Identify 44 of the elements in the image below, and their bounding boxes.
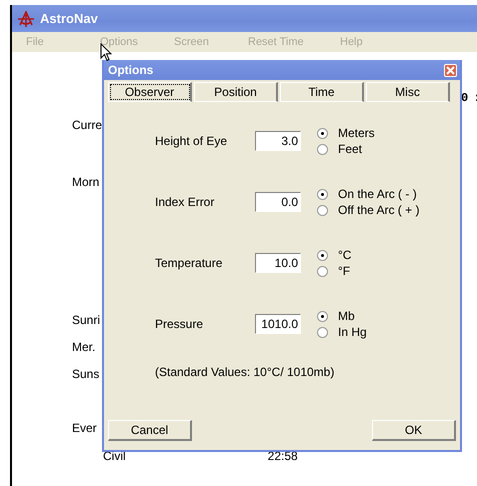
row-label: Curre bbox=[72, 118, 102, 132]
radio-button[interactable] bbox=[317, 326, 328, 338]
radio-label: Meters bbox=[338, 126, 375, 140]
radio-label: On the Arc ( - ) bbox=[338, 187, 417, 201]
tab[interactable]: Time bbox=[280, 82, 364, 102]
row-label: Mer. bbox=[72, 340, 96, 354]
radio-button[interactable] bbox=[317, 310, 328, 322]
radio-label: °F bbox=[338, 264, 350, 278]
tab[interactable]: Misc bbox=[366, 82, 450, 102]
input-field[interactable]: 0.0 bbox=[255, 192, 301, 212]
close-button[interactable] bbox=[444, 64, 457, 76]
row-label: Ever bbox=[72, 421, 97, 435]
ok-button[interactable]: OK bbox=[372, 420, 456, 441]
time-value: 22:58 bbox=[268, 449, 298, 463]
note-text: (Standard Values: 10°C/ 1010mb) bbox=[155, 365, 336, 379]
radio-label: Off the Arc ( + ) bbox=[338, 203, 420, 217]
radio-button[interactable] bbox=[317, 144, 328, 154]
setting-label: Index Error bbox=[155, 195, 216, 209]
row-label: Suns bbox=[72, 367, 100, 381]
clock-text: 0 : bbox=[461, 91, 477, 105]
tab[interactable]: Observer bbox=[108, 82, 192, 102]
radio-label: Mb bbox=[338, 309, 355, 323]
dialog-title: Options bbox=[108, 63, 154, 77]
radio-label: In Hg bbox=[338, 325, 367, 339]
row-label: Morn bbox=[72, 175, 100, 189]
input-field[interactable]: 10.0 bbox=[255, 253, 301, 273]
row-label: Sunri bbox=[72, 313, 100, 327]
radio-button[interactable] bbox=[317, 250, 328, 260]
input-field[interactable]: 3.0 bbox=[255, 131, 301, 151]
window-title: AstroNav bbox=[40, 11, 98, 26]
app-logo-icon bbox=[16, 10, 36, 28]
radio-button[interactable] bbox=[317, 128, 328, 138]
setting-label: Pressure bbox=[155, 317, 204, 331]
radio-label: Feet bbox=[338, 142, 362, 156]
radio-button[interactable] bbox=[317, 204, 328, 216]
row-label: Civil bbox=[103, 449, 126, 463]
cancel-button[interactable]: Cancel bbox=[108, 420, 192, 441]
setting-label: Temperature bbox=[155, 256, 224, 270]
radio-button[interactable] bbox=[317, 266, 328, 276]
setting-label: Height of Eye bbox=[155, 134, 228, 148]
radio-label: °C bbox=[338, 248, 352, 262]
input-field[interactable]: 1010.0 bbox=[255, 314, 301, 334]
tab[interactable]: Position bbox=[194, 82, 278, 102]
radio-button[interactable] bbox=[317, 188, 328, 200]
